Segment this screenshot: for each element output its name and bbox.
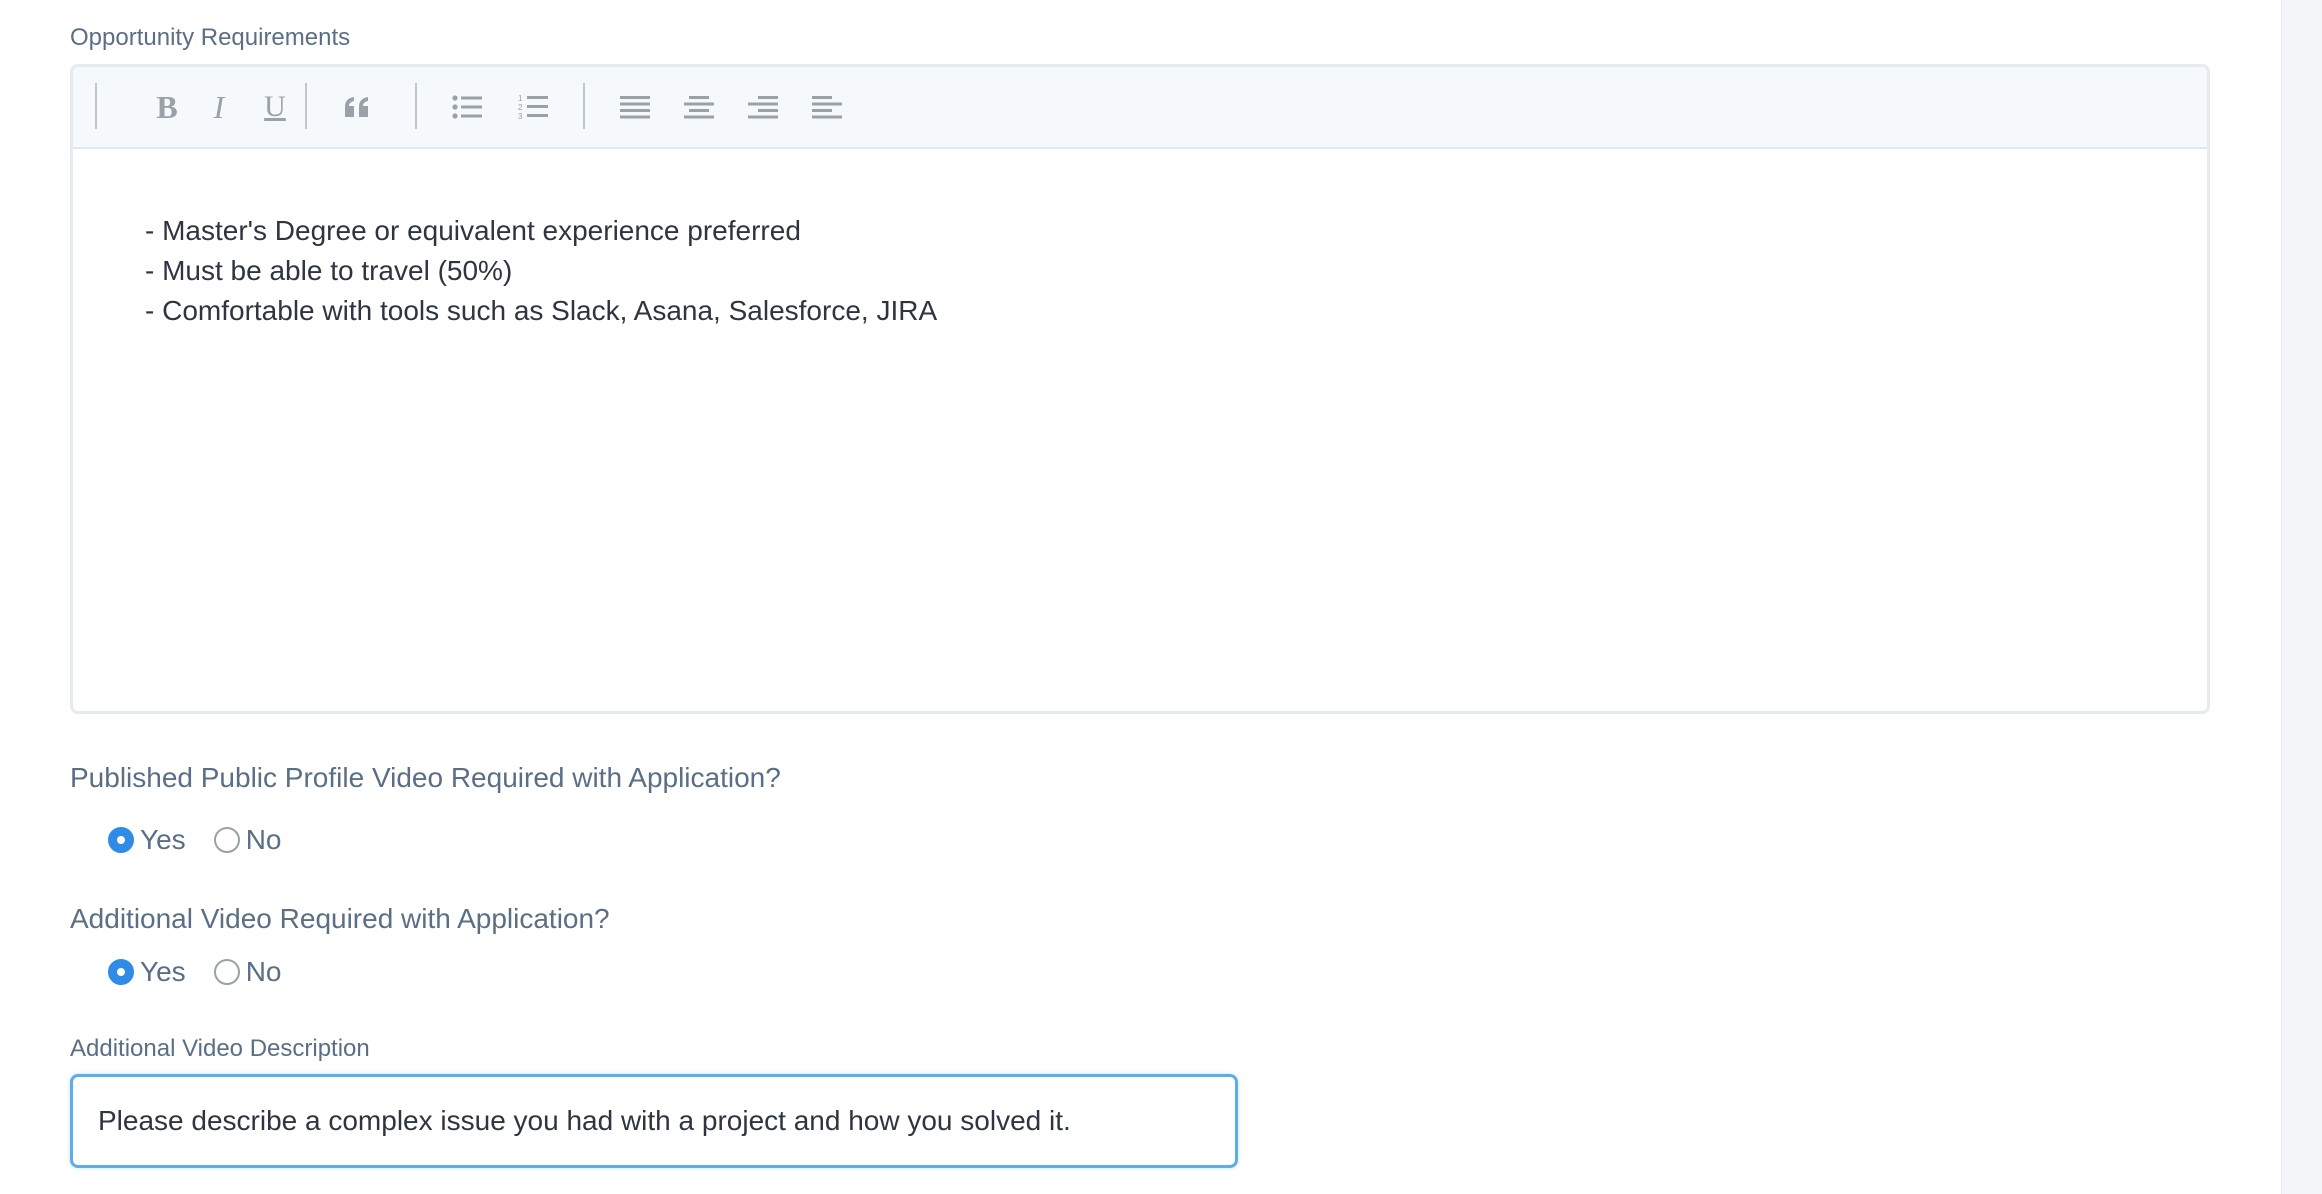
- blockquote-icon[interactable]: [337, 87, 377, 127]
- additional-video-yes-option[interactable]: Yes: [108, 956, 186, 988]
- requirements-label: Opportunity Requirements: [70, 24, 351, 51]
- profile-video-radio-group: Yes No: [108, 820, 309, 860]
- profile-video-question: Published Public Profile Video Required …: [70, 762, 781, 793]
- radio-checked-icon[interactable]: [108, 959, 134, 985]
- toolbar-divider: [583, 83, 585, 129]
- align-right-icon[interactable]: [743, 87, 783, 127]
- radio-unchecked-icon[interactable]: [213, 827, 240, 853]
- requirements-editor[interactable]: B I U 123 - Master's Degree or equivalen…: [70, 64, 2210, 714]
- svg-text:2: 2: [518, 103, 523, 112]
- radio-label: Yes: [140, 956, 186, 987]
- bullet-list-icon[interactable]: [447, 87, 487, 127]
- radio-label: Yes: [140, 824, 186, 855]
- profile-video-yes-option[interactable]: Yes: [108, 824, 186, 856]
- editor-content[interactable]: - Master's Degree or equivalent experien…: [73, 211, 2207, 331]
- svg-text:1: 1: [518, 94, 523, 103]
- requirement-line: - Must be able to travel (50%): [145, 255, 513, 286]
- italic-button[interactable]: I: [199, 87, 239, 127]
- description-input[interactable]: Please describe a complex issue you had …: [70, 1074, 1238, 1168]
- toolbar-divider: [95, 83, 97, 129]
- radio-unchecked-icon[interactable]: [213, 959, 240, 985]
- additional-video-question: Additional Video Required with Applicati…: [70, 903, 610, 934]
- right-scroll-gutter: [2281, 0, 2322, 1194]
- toolbar-divider: [415, 83, 417, 129]
- description-label: Additional Video Description: [70, 1035, 370, 1062]
- requirement-line: - Comfortable with tools such as Slack, …: [145, 295, 938, 326]
- svg-text:3: 3: [518, 112, 523, 120]
- underline-button[interactable]: U: [255, 87, 295, 127]
- radio-label: No: [245, 824, 282, 855]
- align-justify-icon[interactable]: [615, 87, 655, 127]
- editor-toolbar: B I U 123: [73, 67, 2207, 149]
- requirement-line: - Master's Degree or equivalent experien…: [145, 215, 801, 246]
- additional-video-no-option[interactable]: No: [213, 956, 282, 988]
- radio-label: No: [245, 956, 282, 987]
- toolbar-divider: [305, 83, 307, 129]
- numbered-list-icon[interactable]: 123: [513, 87, 553, 127]
- align-center-icon[interactable]: [679, 87, 719, 127]
- radio-checked-icon[interactable]: [108, 827, 134, 853]
- additional-video-radio-group: Yes No: [108, 952, 309, 992]
- bold-button[interactable]: B: [147, 87, 187, 127]
- align-left-icon[interactable]: [807, 87, 847, 127]
- profile-video-no-option[interactable]: No: [213, 824, 282, 856]
